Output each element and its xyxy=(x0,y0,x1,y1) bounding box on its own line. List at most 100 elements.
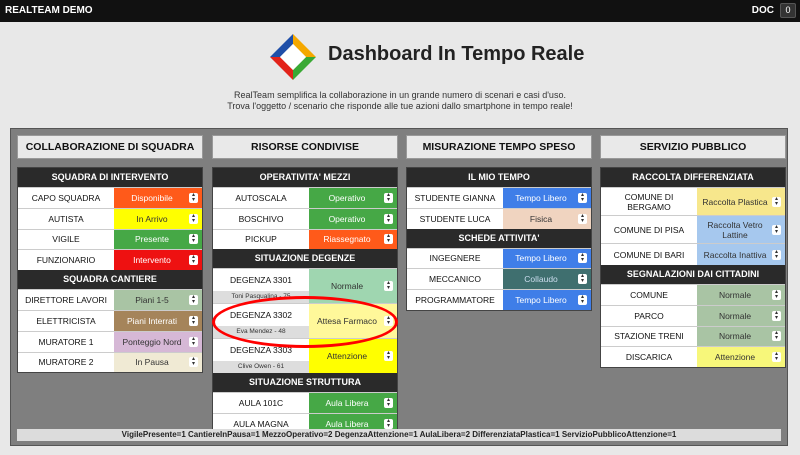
status-select[interactable]: Normale ▴ ▾ xyxy=(309,269,397,304)
status-value: Tempo Libero xyxy=(515,192,567,203)
row-label: PICKUP xyxy=(245,234,277,245)
status-value: Piani Interrati xyxy=(126,315,178,326)
status-value: Presente xyxy=(134,234,170,245)
status-select[interactable]: Tempo Libero ▴ ▾ xyxy=(503,188,591,208)
list-item: STAZIONE TRENI Normale ▴ ▾ xyxy=(601,325,785,347)
status-value: Normale xyxy=(718,289,752,300)
row-label: DEGENZA 3302 Eva Mendez - 48 xyxy=(213,304,309,339)
status-value: Collaudo xyxy=(524,274,558,285)
status-select[interactable]: Raccolta Inattiva ▴ ▾ xyxy=(697,244,785,265)
status-value: Intervento xyxy=(133,255,171,266)
status-select[interactable]: Raccolta Plastica ▴ ▾ xyxy=(697,188,785,215)
section-title: RACCOLTA DIFFERENZIATA xyxy=(601,168,785,187)
list-item: AUTISTA In Arrivo ▴ ▾ xyxy=(18,207,202,229)
status-summary-bar: VigilePresente=1 CantiereInPausa=1 Mezzo… xyxy=(17,429,781,441)
status-select[interactable]: Collaudo ▴ ▾ xyxy=(503,269,591,290)
row-label: AUTISTA xyxy=(48,213,84,224)
status-select[interactable]: Aula Libera ▴ ▾ xyxy=(309,393,397,414)
row-label: ELETTRICISTA xyxy=(36,315,96,326)
status-select[interactable]: Normale ▴ ▾ xyxy=(697,305,785,326)
column-tempo: MISURAZIONE TEMPO SPESO xyxy=(406,135,592,159)
status-select[interactable]: Tempo Libero ▴ ▾ xyxy=(503,290,591,310)
status-select[interactable]: Intervento ▴ ▾ xyxy=(114,250,202,271)
status-value: Operativo xyxy=(328,192,366,203)
panel-tempo: IL MIO TEMPO STUDENTE GIANNA Tempo Liber… xyxy=(406,167,592,311)
status-select[interactable]: In Pausa ▴ ▾ xyxy=(114,352,202,373)
row-label: STUDENTE GIANNA xyxy=(414,192,496,203)
user-name[interactable]: DOC xyxy=(752,5,774,16)
status-select[interactable]: Riassegnato ▴ ▾ xyxy=(309,229,397,250)
status-value: Normale xyxy=(330,281,364,292)
status-select[interactable]: Fisica ▴ ▾ xyxy=(503,208,591,229)
status-select[interactable]: Normale ▴ ▾ xyxy=(697,326,785,347)
list-item: COMUNE Normale ▴ ▾ xyxy=(601,284,785,305)
row-label: AULA 101C xyxy=(238,398,284,409)
status-select[interactable]: Raccolta Vetro Lattine ▴ ▾ xyxy=(697,216,785,243)
chevron-updown-icon: ▴ ▾ xyxy=(384,280,393,292)
notification-count-badge[interactable]: 0 xyxy=(780,3,796,18)
page-title: Dashboard In Tempo Reale xyxy=(328,43,585,65)
status-select[interactable]: Attesa Farmaco ▴ ▾ xyxy=(309,304,397,339)
chevron-updown-icon: ▴ ▾ xyxy=(772,310,781,321)
chevron-updown-icon: ▴ ▾ xyxy=(578,252,587,264)
status-select[interactable]: Piani Interrati ▴ ▾ xyxy=(114,310,202,331)
list-item: COMUNE DI BARI Raccolta Inattiva ▴ ▾ xyxy=(601,243,785,265)
dashboard-board: COLLABORAZIONE DI SQUADRA SQUADRA DI INT… xyxy=(10,128,788,446)
column-risorse: RISORSE CONDIVISE xyxy=(212,135,398,159)
status-select[interactable]: Operativo ▴ ▾ xyxy=(309,188,397,208)
patient-name: Eva Mendez - 48 xyxy=(213,326,309,339)
chevron-updown-icon: ▴ ▾ xyxy=(772,330,781,342)
column-title: SERVIZIO PUBBLICO xyxy=(600,135,786,159)
row-label: CAPO SQUADRA xyxy=(31,192,101,203)
row-label: MURATORE 2 xyxy=(38,357,94,368)
status-select[interactable]: Operativo ▴ ▾ xyxy=(309,208,397,229)
row-label: DEGENZA 3303 Clive Owen - 61 xyxy=(213,339,309,374)
list-item: DEGENZA 3301 Toni Pasqualina - 75 Normal… xyxy=(213,268,397,304)
status-select[interactable]: Attenzione ▴ ▾ xyxy=(697,347,785,368)
chevron-updown-icon: ▴ ▾ xyxy=(384,315,393,327)
chevron-updown-icon: ▴ ▾ xyxy=(384,233,393,245)
chevron-updown-icon: ▴ ▾ xyxy=(772,249,781,260)
chevron-updown-icon: ▴ ▾ xyxy=(189,294,198,306)
status-value: Tempo Libero xyxy=(515,295,567,306)
status-value: Ponteggio Nord xyxy=(122,336,182,347)
column-collaborazione: COLLABORAZIONE DI SQUADRA xyxy=(17,135,203,159)
status-select[interactable]: Presente ▴ ▾ xyxy=(114,229,202,250)
status-value: Normale xyxy=(718,310,752,321)
status-select[interactable]: Attenzione ▴ ▾ xyxy=(309,339,397,374)
room-name: DEGENZA 3301 xyxy=(230,275,292,286)
status-value: Fisica xyxy=(529,213,553,224)
status-value: Attenzione xyxy=(326,351,368,362)
section-title: SITUAZIONE STRUTTURA xyxy=(213,373,397,393)
section-title: SEGNALAZIONI DAI CITTADINI xyxy=(601,265,785,284)
list-item: CAPO SQUADRA Disponibile ▴ ▾ xyxy=(18,187,202,208)
section-title: SITUAZIONE DEGENZE xyxy=(213,249,397,269)
status-select[interactable]: Piani 1-5 ▴ ▾ xyxy=(114,290,202,310)
chevron-updown-icon: ▴ ▾ xyxy=(189,192,198,203)
list-item: STUDENTE GIANNA Tempo Libero ▴ ▾ xyxy=(407,187,591,208)
row-label: INGEGNERE xyxy=(429,253,481,264)
status-value: Raccolta Inattiva xyxy=(703,249,767,260)
status-select[interactable]: Tempo Libero ▴ ▾ xyxy=(503,248,591,269)
row-label: COMUNE xyxy=(630,289,668,300)
chevron-updown-icon: ▴ ▾ xyxy=(189,213,198,224)
chevron-updown-icon: ▴ ▾ xyxy=(384,192,393,203)
status-select[interactable]: In Arrivo ▴ ▾ xyxy=(114,208,202,229)
chevron-updown-icon: ▴ ▾ xyxy=(189,254,198,266)
status-select[interactable]: Ponteggio Nord ▴ ▾ xyxy=(114,331,202,352)
status-select[interactable]: Disponibile ▴ ▾ xyxy=(114,188,202,208)
list-item: DIRETTORE LAVORI Piani 1-5 ▴ ▾ xyxy=(18,289,202,310)
status-value: Raccolta Vetro Lattine xyxy=(707,219,763,240)
status-value: Operativo xyxy=(328,213,366,224)
list-item: PARCO Normale ▴ ▾ xyxy=(601,304,785,326)
room-name: DEGENZA 3303 xyxy=(230,345,292,356)
status-value: Normale xyxy=(718,331,752,342)
chevron-updown-icon: ▴ ▾ xyxy=(772,351,781,363)
list-item: INGEGNERE Tempo Libero ▴ ▾ xyxy=(407,247,591,269)
status-select[interactable]: Normale ▴ ▾ xyxy=(697,285,785,305)
row-label: COMUNE DI BERGAMO xyxy=(624,191,674,212)
row-label: AUTOSCALA xyxy=(235,192,287,203)
row-label: COMUNE DI PISA xyxy=(613,224,685,235)
status-value: Riassegnato xyxy=(323,234,371,245)
list-item: MURATORE 1 Ponteggio Nord ▴ ▾ xyxy=(18,330,202,352)
